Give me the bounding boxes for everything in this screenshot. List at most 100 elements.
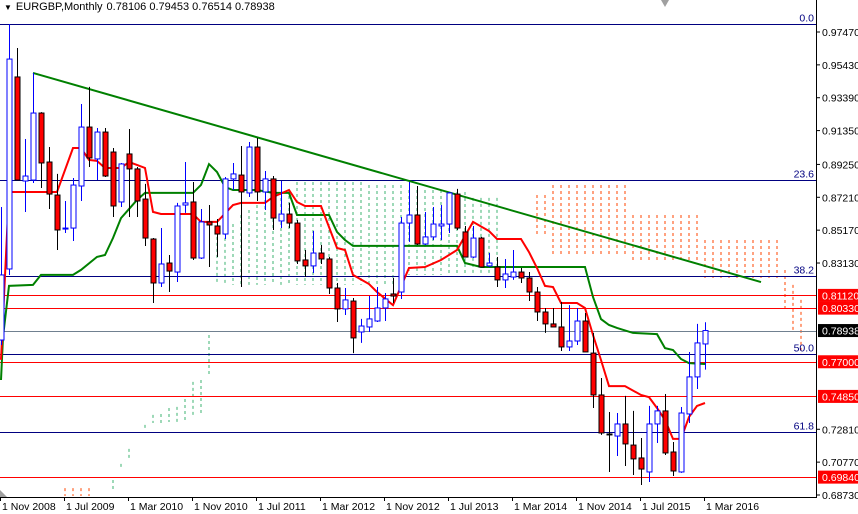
- chart-header: ▼ EURGBP,Monthly 0.78106 0.79453 0.76514…: [4, 1, 275, 13]
- candle-body: [614, 423, 621, 437]
- bullish-candle: [374, 287, 381, 322]
- bullish-candle: [486, 253, 493, 268]
- bearish-candle: [286, 202, 293, 229]
- candle-body: [150, 238, 157, 284]
- time-tick-label: 1 Mar 2012: [322, 501, 375, 513]
- candle-body: [358, 325, 365, 333]
- bearish-candle: [150, 238, 157, 303]
- bearish-candle: [670, 441, 677, 476]
- candle-body: [502, 273, 509, 281]
- price-tick-label: 0.83130: [822, 258, 858, 270]
- ohlc-readout: 0.78106 0.79453 0.76514 0.78938: [106, 1, 275, 13]
- symbol-label: EURGBP,Monthly: [15, 1, 103, 13]
- candle-body: [174, 205, 181, 273]
- bearish-candle: [134, 167, 141, 217]
- bullish-candle: [6, 23, 13, 275]
- fib-level-label: 0.0: [799, 13, 814, 25]
- candle-body: [238, 174, 245, 193]
- bearish-candle: [630, 410, 637, 476]
- candle-body: [398, 222, 405, 293]
- candle-body: [78, 126, 85, 187]
- bearish-candle: [254, 138, 261, 201]
- time-tick-label: 1 Nov 2010: [194, 501, 248, 513]
- price-tick-label: 0.91350: [822, 126, 858, 138]
- price-tick-label: 0.95430: [822, 60, 858, 72]
- bullish-candle: [174, 202, 181, 283]
- candle-body: [70, 184, 77, 229]
- candle-body: [286, 213, 293, 224]
- fib-level-label: 38.2: [794, 265, 815, 277]
- candle-body: [38, 112, 45, 164]
- candle-body: [694, 342, 701, 378]
- bullish-candle: [78, 104, 85, 201]
- bearish-candle: [318, 244, 325, 264]
- candle-body: [558, 326, 565, 348]
- candle-body: [662, 410, 669, 454]
- candle-body: [94, 131, 101, 160]
- candle-body: [14, 76, 21, 181]
- chart-scale-marker-icon: [0, 490, 7, 497]
- price-chart[interactable]: 0.0 23.6 38.2 50.0 61.8 0.97470 0.95430 0.9339…: [0, 0, 858, 514]
- candle-body: [390, 293, 397, 297]
- dropdown-triangle-icon[interactable]: ▼: [4, 3, 12, 12]
- bearish-candle: [38, 112, 45, 188]
- candle-body: [630, 444, 637, 460]
- candle-body: [6, 58, 13, 270]
- bullish-candle: [566, 305, 573, 351]
- bearish-candle: [542, 307, 549, 333]
- bullish-candle: [422, 211, 429, 245]
- time-tick-label: 1 Mar 2010: [130, 501, 183, 513]
- candle-body: [382, 298, 389, 309]
- bearish-candle: [334, 282, 341, 322]
- price-tick-label: 0.89250: [822, 159, 858, 171]
- candle-body: [110, 151, 117, 207]
- candle-body: [702, 330, 709, 345]
- candle-body: [422, 236, 429, 245]
- candle-body: [470, 237, 477, 258]
- bullish-candle: [342, 287, 349, 316]
- price-tick-label: 0.87210: [822, 192, 858, 204]
- bullish-candle: [158, 228, 165, 288]
- candle-body: [510, 271, 517, 278]
- time-tick-label: 1 Jul 2009: [66, 501, 115, 513]
- candle-body: [342, 299, 349, 310]
- bearish-candle: [126, 128, 133, 217]
- candle-body: [262, 178, 269, 193]
- bearish-candle: [102, 128, 109, 177]
- bearish-candle: [46, 147, 53, 210]
- candle-body: [534, 291, 541, 313]
- bullish-candle: [654, 405, 661, 443]
- bullish-candle: [70, 177, 77, 241]
- candle-body: [638, 457, 645, 470]
- bearish-candle: [214, 219, 221, 258]
- candle-body: [206, 221, 213, 226]
- chart-shift-marker-icon: [661, 0, 669, 7]
- bullish-candle: [574, 307, 581, 346]
- candle-body: [102, 131, 109, 177]
- trendline-layer: [32, 71, 762, 283]
- candle-body: [190, 201, 197, 259]
- candle-body: [166, 262, 173, 272]
- bullish-candle: [438, 205, 445, 240]
- bearish-candle: [302, 249, 309, 278]
- candle-body: [518, 271, 525, 279]
- price-tick-label: 0.70770: [822, 457, 858, 469]
- price-tick-label: 0.72810: [822, 424, 858, 436]
- bullish-candle: [646, 405, 653, 482]
- time-tick-label: 1 Nov 2008: [2, 501, 56, 513]
- price-tick-label: 0.97470: [822, 27, 858, 39]
- candle-body: [62, 227, 69, 230]
- candle-body: [86, 126, 93, 159]
- bullish-candle: [502, 258, 509, 288]
- bullish-candle: [230, 162, 237, 191]
- candle-body: [294, 222, 301, 262]
- candle-body: [550, 323, 557, 328]
- bullish-candle: [118, 162, 125, 207]
- candle-body: [158, 263, 165, 284]
- candle-body: [486, 262, 493, 267]
- bullish-candle: [182, 162, 189, 213]
- bearish-candle: [14, 47, 21, 181]
- price-tick-label: 0.93390: [822, 93, 858, 105]
- trendline: [32, 71, 762, 283]
- time-tick-label: 1 Nov 2012: [386, 501, 440, 513]
